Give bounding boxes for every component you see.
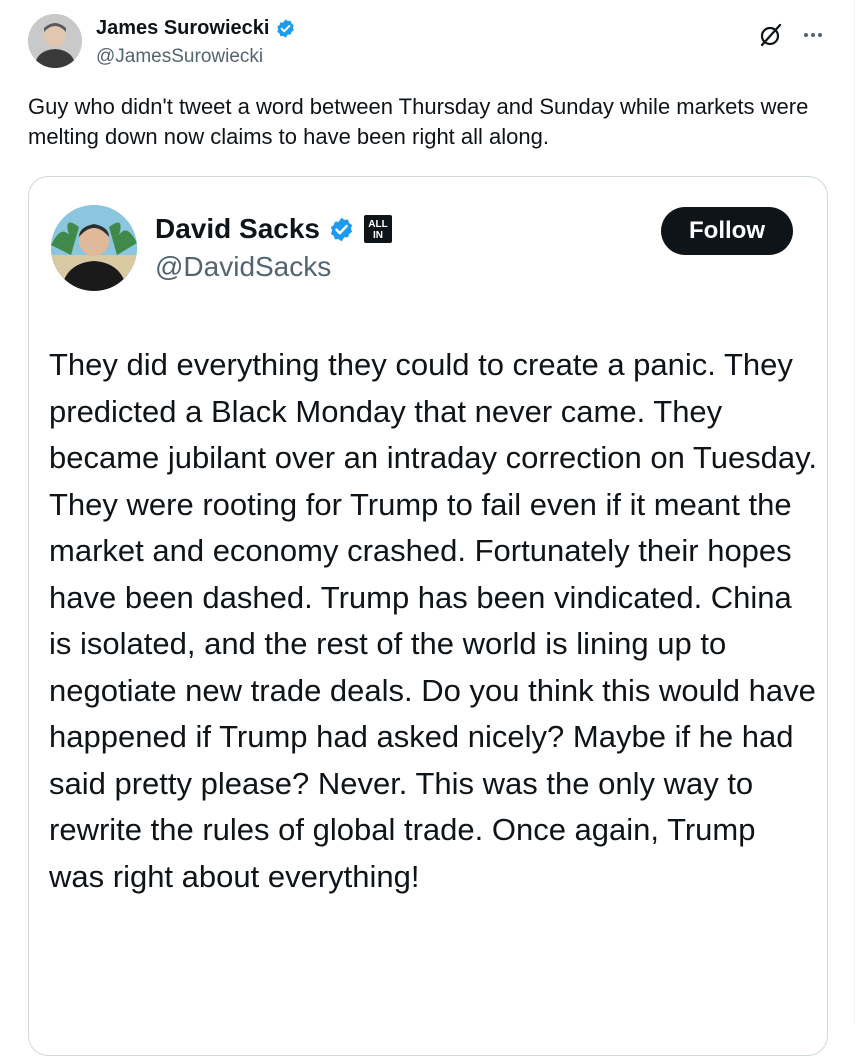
affiliate-badge-icon[interactable]: ALL IN <box>363 214 393 244</box>
quoted-tweet-text: They did everything they could to create… <box>49 347 817 894</box>
quoted-author-name[interactable]: David Sacks <box>155 211 320 247</box>
svg-text:ALL: ALL <box>368 219 387 230</box>
quoted-author-name-row[interactable]: David Sacks ALL IN <box>155 211 393 247</box>
quoted-author-handle[interactable]: @DavidSacks <box>155 249 331 285</box>
tweet-container: James Surowiecki @JamesSurowiecki Guy wh… <box>0 0 855 1056</box>
verified-badge-icon <box>330 217 353 241</box>
verified-badge-icon <box>277 18 295 38</box>
quoted-tweet-card[interactable]: David Sacks ALL IN @DavidSacks Follow Th… <box>28 176 828 1056</box>
grok-icon[interactable] <box>758 22 784 48</box>
author-name[interactable]: James Surowiecki <box>96 15 269 41</box>
more-icon[interactable] <box>800 22 826 48</box>
author-handle[interactable]: @JamesSurowiecki <box>96 45 263 69</box>
author-name-row[interactable]: James Surowiecki <box>96 15 296 41</box>
svg-text:IN: IN <box>373 230 383 241</box>
author-avatar[interactable] <box>28 14 82 68</box>
follow-button[interactable]: Follow <box>661 207 793 255</box>
quoted-author-avatar[interactable] <box>51 205 137 291</box>
tweet-text: Guy who didn't tweet a word between Thur… <box>28 94 809 149</box>
